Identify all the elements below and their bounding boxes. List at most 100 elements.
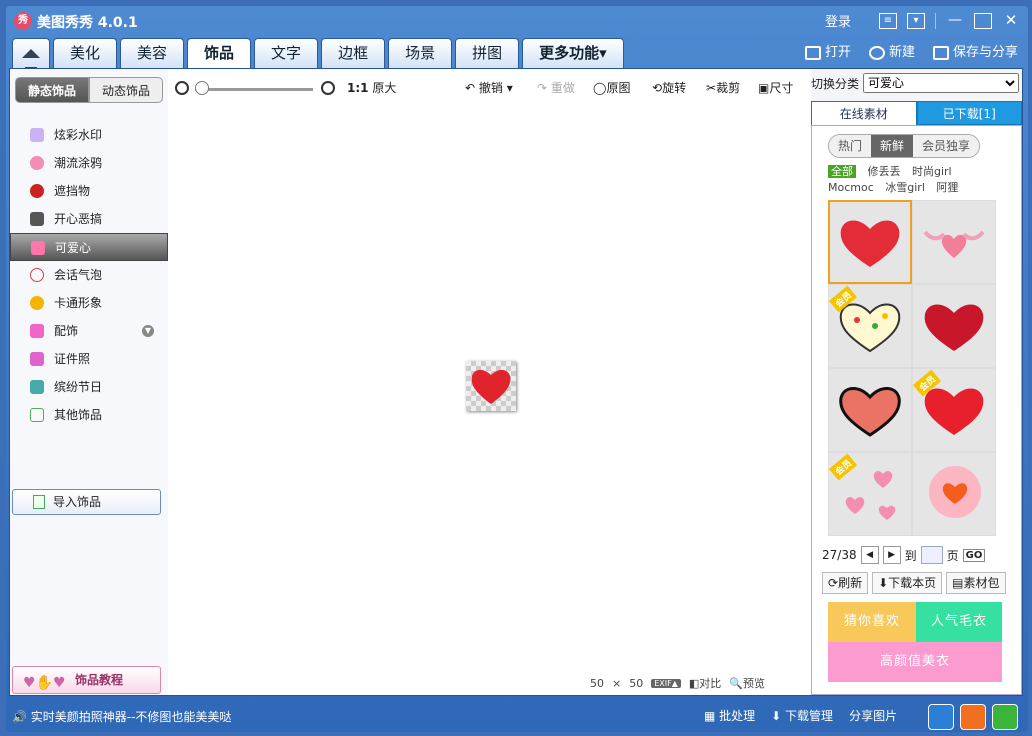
original-image-button[interactable]: ◯原图	[593, 79, 630, 96]
sticker-tutorial-button[interactable]: ♥✋♥ 饰品教程	[12, 666, 161, 694]
material-item[interactable]: 会员	[828, 452, 912, 536]
undo-button[interactable]: ↶ 撤销 ▾	[465, 79, 513, 96]
batch-label: 批处理	[719, 709, 756, 723]
tag-item[interactable]: 时尚girl	[912, 165, 952, 178]
ad-popular-sweater[interactable]: 人气毛衣	[916, 602, 1002, 642]
maximize-icon[interactable]	[974, 12, 992, 29]
preview-button[interactable]: 🔍预览	[729, 675, 765, 691]
category-item[interactable]: 缤纷节日	[10, 373, 168, 401]
material-item[interactable]: 会员	[912, 368, 996, 452]
exif-button[interactable]: EXIF▲	[651, 678, 681, 688]
tab-accessories[interactable]: 饰品	[187, 38, 252, 68]
batch-process-button[interactable]: ▦ 批处理	[704, 707, 755, 724]
open-button[interactable]: 打开	[804, 41, 851, 60]
category-item[interactable]: 开心恶搞	[10, 205, 168, 233]
zoom-out-icon[interactable]	[175, 81, 189, 95]
go-button[interactable]: GO	[962, 548, 986, 562]
category-item[interactable]: 卡通形象	[10, 289, 168, 317]
category-item-cute-heart[interactable]: 可爱心	[10, 233, 168, 261]
add-share-icon[interactable]	[992, 704, 1018, 730]
material-pack-button[interactable]: ▤素材包	[946, 572, 1006, 594]
download-label: 下载管理	[785, 709, 834, 723]
category-item[interactable]: 其他饰品	[10, 401, 168, 429]
rotate-label: 旋转	[662, 81, 687, 95]
redo-button[interactable]: ↷ 重做	[537, 79, 575, 96]
page-input[interactable]	[920, 546, 943, 564]
tab-downloaded[interactable]: 已下载[1]	[916, 101, 1022, 125]
tag-item[interactable]: Mocmoc	[828, 181, 874, 194]
tab-static-stickers[interactable]: 静态饰品	[15, 77, 89, 103]
tab-more-features[interactable]: 更多功能▾	[522, 38, 624, 68]
material-item[interactable]	[912, 452, 996, 536]
ad-guess-you-like[interactable]: 猜你喜欢	[828, 602, 916, 642]
tab-text[interactable]: 文字	[254, 38, 319, 68]
import-sticker-button[interactable]: 导入饰品	[12, 489, 161, 515]
filter-vip[interactable]: 会员独享	[913, 135, 980, 157]
filter-hot[interactable]: 热门	[829, 135, 872, 157]
category-label: 配饰	[54, 324, 79, 338]
tab-home[interactable]	[12, 38, 50, 74]
category-item[interactable]: 会话气泡	[10, 261, 168, 289]
save-share-button[interactable]: 保存与分享	[932, 41, 1018, 60]
category-item[interactable]: 潮流涂鸦	[10, 149, 168, 177]
title-divider	[935, 12, 936, 29]
tab-frame[interactable]: 边框	[321, 38, 386, 68]
status-message[interactable]: 🔊 实时美颜拍照神器--不修图也能美美哒	[12, 708, 231, 725]
tag-item[interactable]: 阿狸	[936, 181, 958, 194]
new-button[interactable]: 新建	[868, 41, 915, 60]
minimize-icon[interactable]: —	[946, 13, 964, 29]
sticker-type-tabs: 静态饰品 动态饰品	[15, 77, 163, 103]
login-link[interactable]: 登录	[825, 11, 851, 30]
material-item[interactable]: 会员	[828, 284, 912, 368]
canvas-image[interactable]	[466, 361, 516, 411]
material-item[interactable]	[828, 368, 912, 452]
new-label: 新建	[888, 45, 915, 60]
resize-button[interactable]: ▣尺寸	[758, 79, 793, 96]
material-item[interactable]	[828, 200, 912, 284]
download-manager-button[interactable]: ⬇ 下载管理	[771, 707, 833, 724]
tab-beauty[interactable]: 美容	[120, 38, 185, 68]
zoom-slider[interactable]	[195, 88, 313, 91]
category-item[interactable]: 配饰 ▼	[10, 317, 168, 345]
tab-beautify[interactable]: 美化	[53, 38, 118, 68]
zoom-in-icon[interactable]	[321, 81, 335, 95]
close-icon[interactable]: ✕	[1002, 12, 1020, 29]
switch-label: 切换分类	[811, 77, 860, 91]
actual-size-label: 原大	[372, 81, 397, 95]
category-item[interactable]: 遮挡物	[10, 177, 168, 205]
actual-size-button[interactable]: 1:1 原大	[347, 79, 396, 96]
rotate-button[interactable]: ⟲旋转	[652, 79, 686, 96]
ad-fashion[interactable]: 高颜值美衣	[828, 642, 1002, 682]
prev-page-button[interactable]: ◀	[860, 546, 879, 564]
category-item[interactable]: 炫彩水印	[10, 121, 168, 149]
tab-online-materials[interactable]: 在线素材	[811, 101, 917, 125]
status-message-text: 实时美颜拍照神器--不修图也能美美哒	[30, 710, 232, 724]
material-item[interactable]	[912, 200, 996, 284]
category-select[interactable]: 可爱心	[863, 73, 1019, 93]
compare-button[interactable]: ◧对比	[689, 675, 721, 691]
filter-new[interactable]: 新鲜	[871, 135, 914, 157]
next-page-button[interactable]: ▶	[882, 546, 901, 564]
download-page-button[interactable]: ⬇下载本页	[872, 572, 943, 594]
left-panel: 静态饰品 动态饰品 炫彩水印 潮流涂鸦 遮挡物 开心恶搞 可爱心 会话气泡 卡通…	[10, 69, 168, 695]
material-pack-label: 素材包	[963, 576, 1000, 590]
file-actions: 打开 新建 保存与分享	[804, 41, 1018, 60]
weibo-icon[interactable]	[960, 704, 986, 730]
zoom-slider-handle[interactable]	[195, 81, 209, 95]
crop-button[interactable]: ✂裁剪	[706, 79, 740, 96]
tag-item[interactable]: 冰雪girl	[885, 181, 925, 194]
canvas-info: 50 × 50 EXIF▲ ◧对比 🔍预览	[590, 675, 765, 691]
qzone-star-icon[interactable]	[928, 704, 954, 730]
refresh-button[interactable]: ⟳刷新	[822, 572, 869, 594]
category-item[interactable]: 证件照	[10, 345, 168, 373]
compare-label: 对比	[699, 677, 722, 690]
tag-item[interactable]: 修丢丢	[868, 165, 901, 178]
menu-icon[interactable]: ▾	[907, 12, 925, 29]
tab-collage[interactable]: 拼图	[455, 38, 520, 68]
material-item[interactable]	[912, 284, 996, 368]
expand-icon[interactable]: ▼	[142, 325, 154, 337]
tag-all[interactable]: 全部	[828, 165, 856, 178]
feedback-icon[interactable]: ≡	[879, 12, 897, 29]
tab-animated-stickers[interactable]: 动态饰品	[89, 77, 163, 103]
tab-scene[interactable]: 场景	[388, 38, 453, 68]
